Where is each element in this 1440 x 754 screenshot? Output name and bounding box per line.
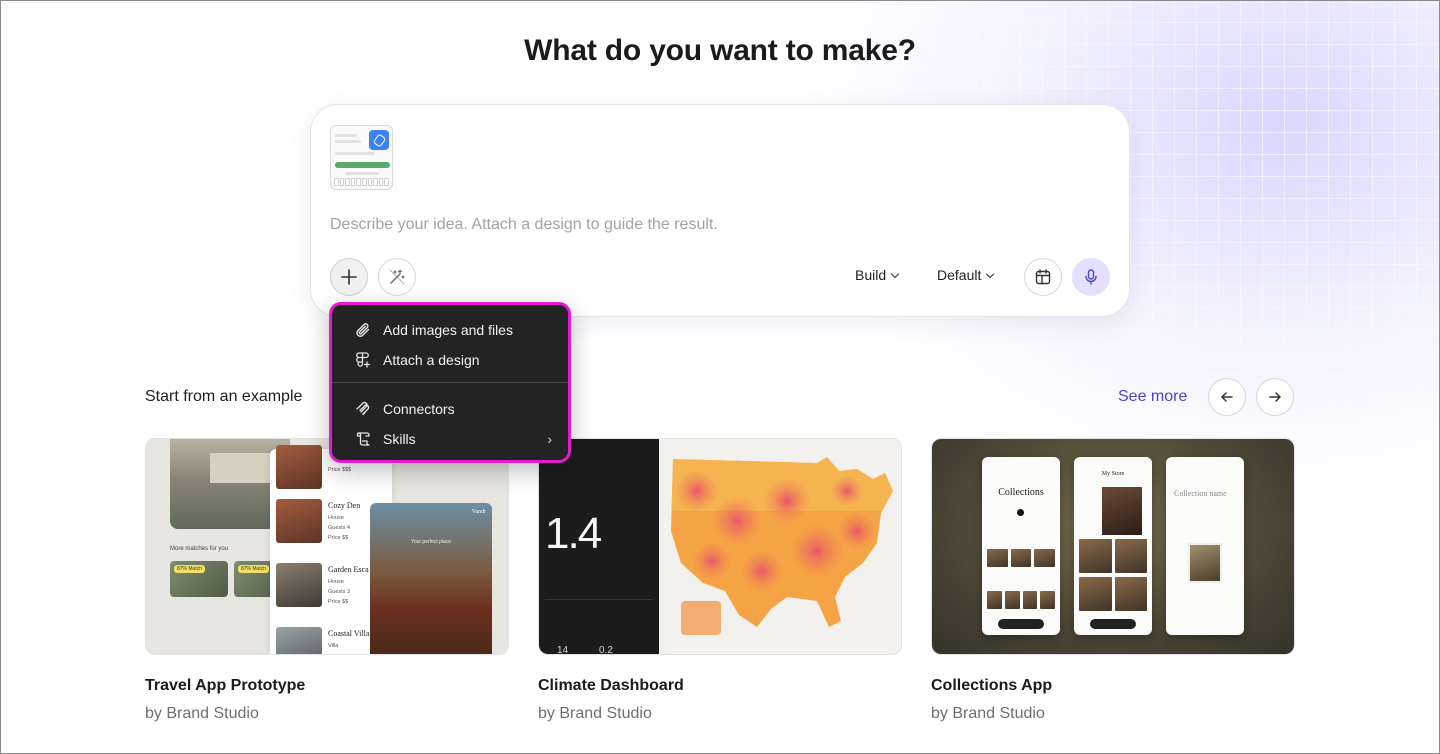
- card-title: Climate Dashboard: [538, 677, 684, 694]
- small-metric: 14: [557, 645, 569, 655]
- model-select-value: Default: [937, 267, 982, 283]
- listing-photo: [276, 563, 322, 607]
- phone-screen: Collections: [982, 457, 1060, 635]
- listing-meta: Price $$$: [328, 467, 352, 473]
- example-thumbnail: More matches for you 87% Match 87% Match…: [145, 438, 509, 655]
- phone-tagline: Your perfect place: [410, 539, 452, 545]
- chevron-right-icon: ›: [547, 431, 552, 447]
- thumbnail-line: [335, 140, 361, 143]
- carousel-prev-button[interactable]: [1208, 378, 1246, 416]
- framed-art: [1188, 543, 1222, 583]
- arrow-left-icon: [1221, 392, 1233, 402]
- menu-item-label: Skills: [383, 431, 416, 447]
- menu-divider: [332, 382, 568, 383]
- player-bar: [1090, 619, 1136, 629]
- add-attachment-button[interactable]: [330, 258, 368, 296]
- art-row: [987, 591, 1055, 609]
- magic-wand-icon: [389, 269, 405, 285]
- scroll-icon: [356, 432, 370, 446]
- listing-photo: [276, 499, 322, 543]
- arrow-right-icon: [1269, 392, 1281, 402]
- player-bar: [998, 619, 1044, 629]
- mode-select-value: Build: [855, 267, 887, 283]
- figma-icon: [356, 352, 371, 368]
- phone-screen: Collection name: [1166, 457, 1244, 635]
- menu-item-label: Attach a design: [383, 352, 480, 368]
- menu-item-attach-design[interactable]: Attach a design: [354, 348, 552, 372]
- listing-name: Coastal Villa: [328, 629, 370, 638]
- listing-meta: Villa: [328, 643, 339, 649]
- calendar-icon: [1035, 269, 1051, 285]
- menu-item-label: Connectors: [383, 401, 455, 417]
- example-thumbnail: ata 1.4 14 0.2: [538, 438, 902, 655]
- attached-design-thumbnail[interactable]: [330, 125, 393, 190]
- small-metric: 0.2: [599, 645, 613, 655]
- collection-name-field: Collection name: [1174, 489, 1227, 498]
- thumbnail-line: [335, 134, 357, 137]
- examples-section-title: Start from an example: [145, 388, 303, 405]
- art-row: [1079, 577, 1147, 611]
- example-card-climate[interactable]: ata 1.4 14 0.2: [538, 438, 902, 723]
- phone-mockup: Vandr Your perfect place: [370, 503, 492, 654]
- panel-dials: [545, 599, 653, 649]
- example-card-travel[interactable]: More matches for you 87% Match 87% Match…: [145, 438, 509, 723]
- menu-item-connectors[interactable]: Connectors: [354, 397, 552, 421]
- match-badge: 87% Match: [238, 565, 270, 573]
- listing-meta: House Guests 3 Price $$: [328, 579, 351, 605]
- carousel-next-button[interactable]: [1256, 378, 1294, 416]
- page-title: What do you want to make?: [524, 34, 916, 67]
- card-author: by Brand Studio: [538, 705, 652, 722]
- card-author: by Brand Studio: [931, 705, 1045, 722]
- dashboard-panel: ata 1.4 14 0.2: [539, 439, 659, 655]
- thumbnail-line: [335, 152, 375, 155]
- screen-dot: [1017, 509, 1024, 516]
- chevron-down-icon: [890, 269, 900, 278]
- voice-input-button[interactable]: [1072, 258, 1110, 296]
- listing-name: Cozy Den: [328, 501, 361, 510]
- art-row: [1079, 539, 1147, 573]
- screen-subtitle: My Store: [1101, 471, 1125, 477]
- paperclip-icon: [356, 323, 370, 337]
- prompt-composer: Build Default: [310, 104, 1130, 317]
- attach-dropdown-menu: Add images and files Attach a design Con…: [329, 302, 571, 463]
- model-select[interactable]: Default: [937, 267, 995, 283]
- big-metric: 1.4: [545, 509, 602, 558]
- match-card: 87% Match: [170, 561, 228, 597]
- microphone-icon: [1085, 269, 1097, 285]
- thumbnail-app-icon: [369, 130, 389, 150]
- prompt-input[interactable]: [330, 213, 1090, 237]
- listing-meta: House Guests 4 Price $$: [328, 515, 351, 541]
- menu-item-add-images[interactable]: Add images and files: [354, 318, 552, 342]
- screen-title: Collections: [998, 487, 1044, 498]
- us-heat-map: [671, 457, 893, 635]
- portrait-art: [1102, 487, 1142, 535]
- listing-photo: [276, 627, 322, 654]
- card-title: Collections App: [931, 677, 1053, 694]
- phone-screen: My Store: [1074, 457, 1152, 635]
- matches-label: More matches for you: [170, 546, 229, 552]
- mode-select[interactable]: Build: [855, 267, 900, 283]
- layout-button[interactable]: [1024, 258, 1062, 296]
- card-author: by Brand Studio: [145, 705, 259, 722]
- menu-item-label: Add images and files: [383, 322, 513, 338]
- enhance-prompt-button[interactable]: [378, 258, 416, 296]
- example-card-collections[interactable]: Collections My Store Collection name Col…: [931, 438, 1295, 723]
- thumbnail-keyboard: [334, 178, 389, 186]
- listing-photo: [276, 445, 322, 489]
- menu-item-skills[interactable]: Skills ›: [354, 427, 552, 451]
- art-row: [987, 549, 1056, 567]
- card-title: Travel App Prototype: [145, 677, 306, 694]
- phone-brand: Vandr: [471, 509, 486, 515]
- see-more-link[interactable]: See more: [1118, 388, 1187, 406]
- match-badge: 87% Match: [174, 565, 206, 573]
- thumbnail-button: [335, 162, 390, 168]
- example-thumbnail: Collections My Store Collection name: [931, 438, 1295, 655]
- plus-icon: [341, 269, 357, 285]
- chevron-down-icon: [986, 269, 995, 278]
- listing-name: Garden Esca: [328, 565, 369, 574]
- thumbnail-line: [345, 172, 379, 175]
- connectors-icon: [356, 401, 370, 416]
